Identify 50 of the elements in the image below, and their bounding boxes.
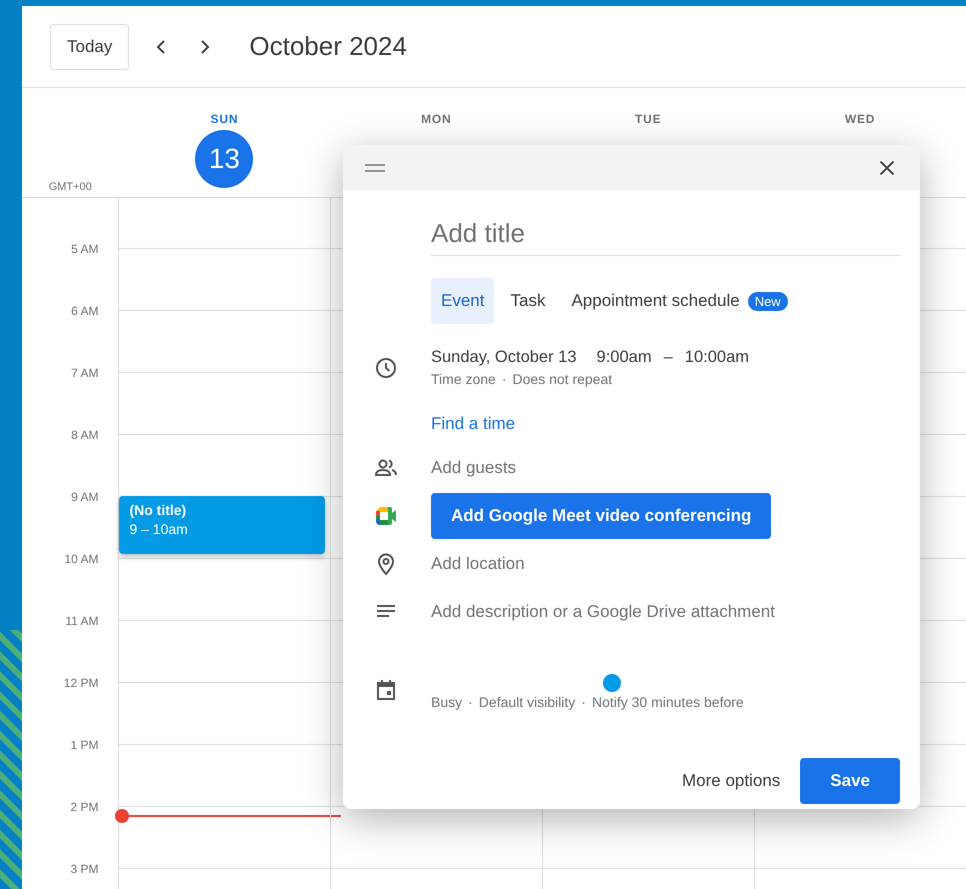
separator-dot: · (502, 371, 507, 387)
time-option-link[interactable]: Time zone (431, 371, 496, 387)
hour-label: 3 PM (70, 862, 98, 876)
end-time-field[interactable]: 10:00am (684, 348, 749, 367)
video-camera-icon (374, 504, 398, 528)
new-badge: New (748, 292, 788, 310)
hour-label: 6 AM (71, 304, 98, 318)
day-number[interactable]: 13 (195, 130, 254, 188)
weekday-label: SUN (210, 112, 238, 126)
month-title: October 2024 (249, 31, 407, 62)
hour-label: 5 AM (71, 242, 98, 256)
start-time-field[interactable]: 9:00am (596, 348, 652, 367)
status-option[interactable]: Busy (431, 694, 462, 710)
hour-label: 12 PM (64, 676, 98, 690)
separator-dot: · (581, 694, 586, 710)
event-title: (No title) (129, 502, 188, 518)
event-block[interactable]: (No title) 9 – 10am (119, 496, 326, 554)
weekday-label: MON (421, 112, 452, 126)
weekday-label: TUE (634, 112, 662, 126)
drag-handle-icon[interactable] (365, 164, 385, 172)
meet-button[interactable]: Add Google Meet video conferencing (431, 493, 772, 539)
today-button[interactable]: Today (50, 24, 130, 70)
timezone-label: GMT+00 (48, 181, 92, 193)
time-separator: – (664, 348, 673, 367)
more-options-button[interactable]: More options (670, 758, 792, 804)
time-option-link[interactable]: Does not repeat (512, 371, 612, 387)
date-field[interactable]: Sunday, October 13 (431, 348, 577, 367)
status-option[interactable]: Notify 30 minutes before (592, 694, 744, 710)
calendar-icon (374, 678, 398, 702)
location-field[interactable]: Add location (431, 554, 525, 574)
type-tab[interactable]: Task (500, 278, 556, 324)
hour-label: 8 AM (71, 428, 98, 442)
hour-label: 10 AM (64, 552, 98, 566)
guests-field[interactable]: Add guests (431, 458, 516, 478)
hour-label: 11 AM (65, 614, 98, 628)
hour-label: 1 PM (70, 738, 98, 752)
find-time-link[interactable]: Find a time (431, 414, 516, 434)
separator-dot: · (468, 694, 473, 710)
description-field[interactable]: Add description or a Google Drive attachment (431, 602, 775, 622)
event-time: 9 – 10am (129, 521, 189, 537)
hour-label: 9 AM (71, 490, 98, 504)
save-button[interactable]: Save (800, 758, 900, 804)
status-option[interactable]: Default visibility (478, 694, 576, 710)
type-tab[interactable]: Event (431, 278, 494, 324)
hour-label: 7 AM (71, 366, 98, 380)
cursor-dot-icon (603, 674, 621, 692)
type-tab[interactable]: Appointment schedule New (561, 278, 798, 324)
weekday-label: WED (844, 112, 876, 126)
clock-icon (374, 356, 398, 380)
hour-label: 2 PM (70, 800, 98, 814)
